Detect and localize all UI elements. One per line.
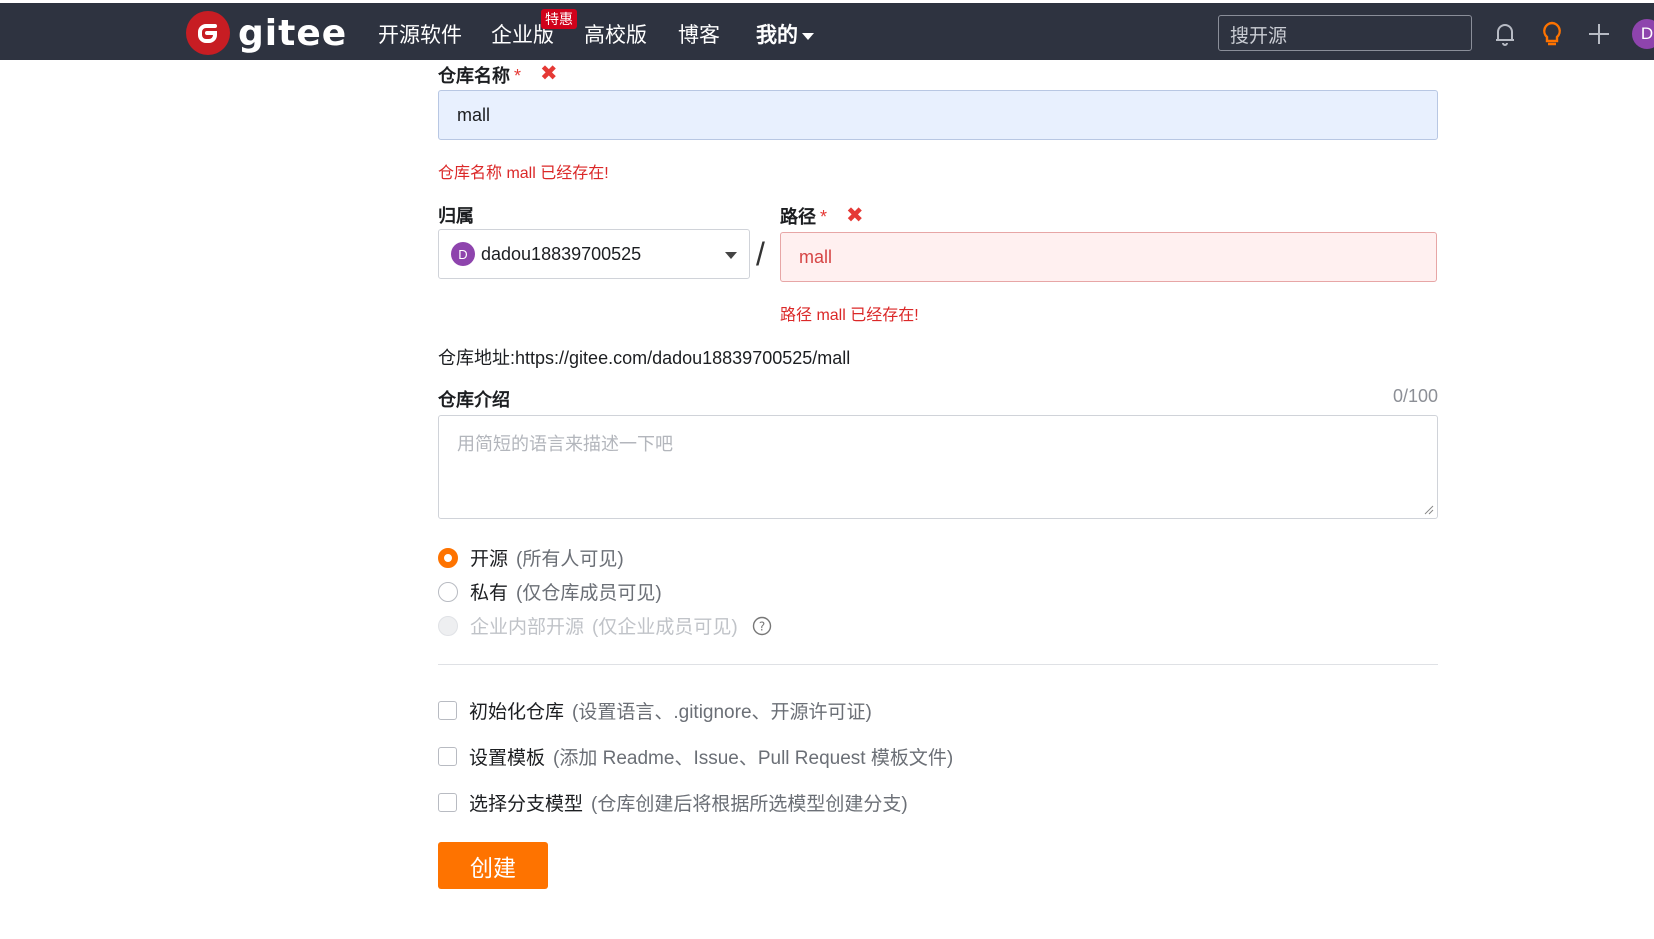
visibility-enterprise: 企业内部开源 (仅企业成员可见) ? (438, 612, 772, 639)
path-value: mall (799, 246, 833, 267)
intro-counter: 0/100 (1393, 386, 1439, 406)
path-error: 路径 mall 已经存在! (780, 307, 919, 324)
intro-placeholder: 用简短的语言来描述一下吧 (457, 434, 673, 454)
path-label: 路径 * (780, 207, 828, 227)
option-hint: (添加 Readme、Issue、Pull Request 模板文件) (553, 748, 954, 769)
option-template[interactable]: 设置模板 (添加 Readme、Issue、Pull Request 模板文件) (438, 743, 953, 770)
option-label: 设置模板 (469, 748, 546, 769)
option-label: 初始化仓库 (469, 702, 565, 723)
search-input[interactable]: 搜开源 (1218, 15, 1472, 51)
intro-textarea[interactable]: 用简短的语言来描述一下吧 (438, 415, 1438, 519)
radio-hint: (仅企业成员可见) (592, 617, 738, 638)
radio-hint: (所有人可见) (516, 549, 624, 570)
option-branch-model[interactable]: 选择分支模型 (仓库创建后将根据所选模型创建分支) (438, 789, 908, 816)
bell-icon[interactable] (1490, 19, 1520, 49)
radio-private[interactable] (438, 581, 458, 602)
visibility-public[interactable]: 开源 (所有人可见) (438, 544, 624, 571)
visibility-private[interactable]: 私有 (仅仓库成员可见) (438, 578, 662, 605)
owner-label: 归属 (438, 206, 474, 226)
path-input[interactable]: mall (780, 232, 1437, 282)
top-navbar: gitee 开源软件 企业版 特惠 高校版 博客 我的 搜开源 D (0, 0, 1654, 60)
nav-education[interactable]: 高校版 (584, 19, 647, 49)
resize-handle-icon[interactable] (1424, 505, 1434, 515)
nav-blog[interactable]: 博客 (678, 19, 720, 49)
option-init-repo[interactable]: 初始化仓库 (设置语言、.gitignore、开源许可证) (438, 697, 872, 724)
path-separator: / (756, 236, 765, 272)
owner-value: dadou18839700525 (481, 243, 642, 264)
radio-label: 开源 (470, 549, 509, 570)
create-button[interactable]: 创建 (438, 842, 548, 889)
owner-select[interactable]: D dadou18839700525 (438, 229, 750, 279)
repo-name-error: 仓库名称 mall 已经存在! (438, 165, 609, 182)
option-label: 选择分支模型 (469, 794, 584, 815)
checkbox-init-repo[interactable] (438, 701, 457, 720)
gitee-logo[interactable]: gitee (186, 11, 347, 55)
chevron-down-icon (802, 32, 814, 40)
gitee-logo-icon (186, 11, 230, 55)
divider (438, 664, 1438, 665)
radio-public[interactable] (438, 547, 458, 568)
error-x-icon: ✖ (846, 204, 864, 227)
repo-address: 仓库地址:https://gitee.com/dadou18839700525/… (438, 344, 850, 370)
radio-hint: (仅仓库成员可见) (516, 583, 662, 604)
logo-text: gitee (238, 12, 348, 54)
repo-name-label: 仓库名称 * (438, 66, 522, 86)
checkbox-branch-model[interactable] (438, 793, 457, 812)
nav-mine[interactable]: 我的 (756, 19, 814, 49)
option-hint: (设置语言、.gitignore、开源许可证) (572, 702, 872, 723)
chevron-down-icon (725, 252, 737, 259)
radio-enterprise (438, 615, 458, 636)
repo-name-input[interactable]: mall (438, 90, 1438, 140)
promo-badge: 特惠 (541, 9, 577, 29)
nav-open-source[interactable]: 开源软件 (378, 19, 462, 49)
checkbox-template[interactable] (438, 747, 457, 766)
user-avatar[interactable]: D (1632, 19, 1654, 49)
lightbulb-icon[interactable] (1537, 19, 1567, 49)
nav-mine-label: 我的 (756, 24, 798, 47)
help-icon[interactable]: ? (752, 616, 772, 636)
plus-icon[interactable] (1584, 19, 1614, 49)
required-mark: * (514, 66, 522, 86)
repo-address-label: 仓库地址: (438, 348, 516, 368)
error-x-icon: ✖ (540, 62, 558, 85)
repo-address-value: https://gitee.com/dadou18839700525/mall (515, 348, 851, 368)
required-mark: * (820, 207, 828, 227)
radio-label: 企业内部开源 (470, 617, 585, 638)
option-hint: (仓库创建后将根据所选模型创建分支) (591, 794, 908, 815)
owner-avatar: D (451, 242, 475, 266)
intro-label: 仓库介绍 (438, 390, 510, 410)
repo-name-value: mall (457, 104, 491, 125)
svg-text:?: ? (758, 619, 764, 633)
radio-label: 私有 (470, 583, 509, 604)
